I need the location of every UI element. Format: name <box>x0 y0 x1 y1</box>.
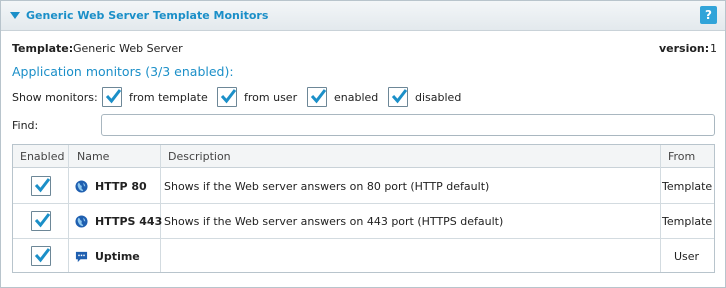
chat-icon <box>75 251 88 263</box>
column-description[interactable]: Description <box>168 150 231 163</box>
check-icon <box>391 89 408 104</box>
table-row[interactable]: HTTPS 443 Shows if the Web server answer… <box>13 204 714 239</box>
from-user-label[interactable]: from user <box>244 91 297 104</box>
row-description: Shows if the Web server answers on 80 po… <box>164 180 490 193</box>
row-from: Template <box>662 180 713 193</box>
version-value: 1 <box>710 42 717 55</box>
globe-icon <box>75 180 88 193</box>
row-enabled-checkbox[interactable] <box>31 211 51 231</box>
version-label: version: <box>659 42 710 55</box>
disabled-checkbox[interactable] <box>388 87 408 107</box>
row-enabled-checkbox[interactable] <box>31 176 51 196</box>
row-from: User <box>674 250 700 263</box>
table-row[interactable]: Uptime User <box>13 239 714 274</box>
find-label: Find: <box>12 119 39 132</box>
monitors-panel: Generic Web Server Template Monitors ? T… <box>0 0 726 288</box>
check-icon <box>310 89 327 104</box>
row-enabled-checkbox[interactable] <box>31 246 51 266</box>
collapse-arrow-icon[interactable] <box>10 12 20 19</box>
check-icon <box>34 213 51 228</box>
template-value: Generic Web Server <box>73 42 183 55</box>
check-icon <box>105 89 122 104</box>
enabled-label[interactable]: enabled <box>334 91 378 104</box>
disabled-label[interactable]: disabled <box>415 91 461 104</box>
table-header: Enabled Name Description From <box>13 145 714 168</box>
find-input[interactable] <box>101 114 715 136</box>
from-template-label[interactable]: from template <box>129 91 208 104</box>
check-icon <box>220 89 237 104</box>
template-label: Template: <box>12 42 74 55</box>
column-name[interactable]: Name <box>77 150 109 163</box>
from-template-checkbox[interactable] <box>102 87 122 107</box>
check-icon <box>34 178 51 193</box>
row-name[interactable]: HTTP 80 <box>95 180 147 193</box>
column-from[interactable]: From <box>668 150 695 163</box>
column-enabled[interactable]: Enabled <box>20 150 64 163</box>
row-description: Shows if the Web server answers on 443 p… <box>164 215 504 228</box>
from-user-checkbox[interactable] <box>217 87 237 107</box>
check-icon <box>34 248 51 263</box>
table-row[interactable]: HTTP 80 Shows if the Web server answers … <box>13 169 714 204</box>
panel-header[interactable]: Generic Web Server Template Monitors ? <box>1 1 725 31</box>
show-monitors-label: Show monitors: <box>12 91 98 104</box>
enabled-checkbox[interactable] <box>307 87 327 107</box>
row-name[interactable]: HTTPS 443 <box>95 215 162 228</box>
help-icon[interactable]: ? <box>700 6 717 24</box>
globe-icon <box>75 215 88 228</box>
monitors-table: Enabled Name Description From HTTP 80 Sh… <box>12 144 715 273</box>
app-monitors-title: Application monitors (3/3 enabled): <box>12 64 234 79</box>
row-from: Template <box>662 215 713 228</box>
panel-title: Generic Web Server Template Monitors <box>26 9 269 22</box>
row-name[interactable]: Uptime <box>95 250 140 263</box>
